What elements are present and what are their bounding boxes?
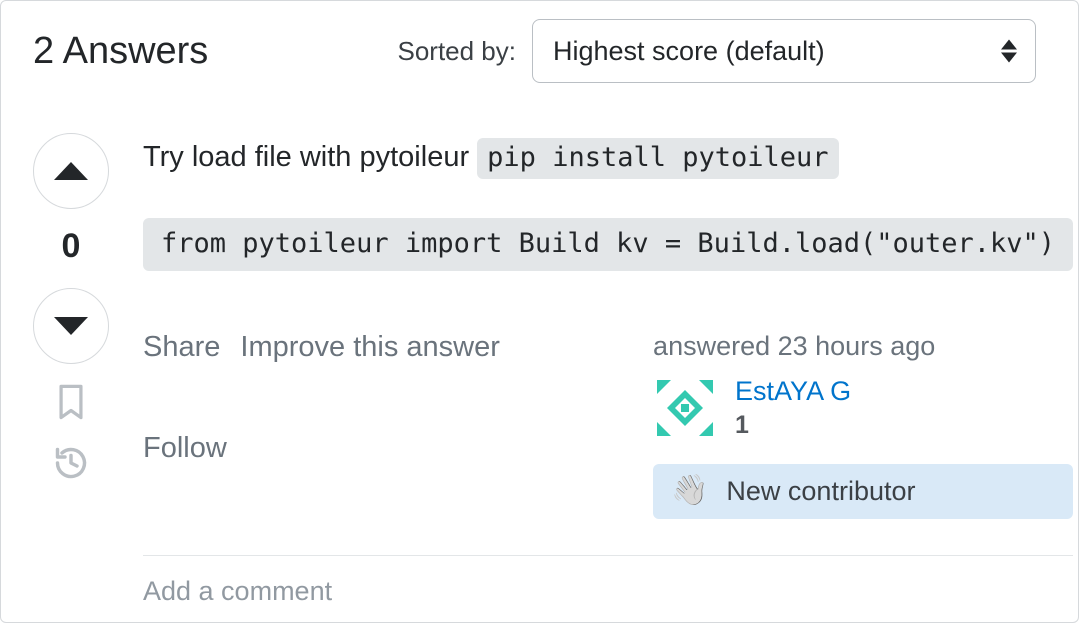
new-contributor-badge: 👋 New contributor (653, 464, 1073, 519)
arrow-down-icon (54, 317, 88, 335)
answer-paragraph: Try load file with pytoileur pip install… (143, 137, 1073, 178)
bookmark-icon[interactable] (54, 382, 88, 427)
sort-selected-value: Highest score (default) (553, 36, 825, 67)
divider (143, 555, 1073, 556)
downvote-button[interactable] (33, 288, 109, 364)
history-icon[interactable] (53, 445, 89, 486)
sort-select[interactable]: Highest score (default) (532, 19, 1036, 83)
user-name-link[interactable]: EstAYA G (735, 376, 851, 407)
answered-time: answered 23 hours ago (653, 331, 1073, 362)
new-contributor-label: New contributor (726, 476, 915, 507)
answer-text: Try load file with pytoileur (143, 141, 477, 173)
user-reputation: 1 (735, 411, 851, 440)
inline-code: pip install pytoileur (477, 138, 838, 179)
upvote-button[interactable] (33, 133, 109, 209)
sort-label: Sorted by: (397, 36, 516, 67)
code-block: from pytoileur import Build kv = Build.l… (143, 218, 1073, 271)
select-spinner-icon (1001, 40, 1017, 63)
vote-score: 0 (62, 227, 81, 266)
improve-answer-link[interactable]: Improve this answer (240, 331, 500, 418)
arrow-up-icon (54, 162, 88, 180)
wave-icon: 👋 (671, 476, 708, 506)
follow-link[interactable]: Follow (143, 432, 227, 519)
add-comment-link[interactable]: Add a comment (143, 576, 1073, 607)
avatar[interactable] (653, 376, 717, 440)
share-link[interactable]: Share (143, 331, 220, 418)
answers-title: 2 Answers (33, 30, 208, 73)
